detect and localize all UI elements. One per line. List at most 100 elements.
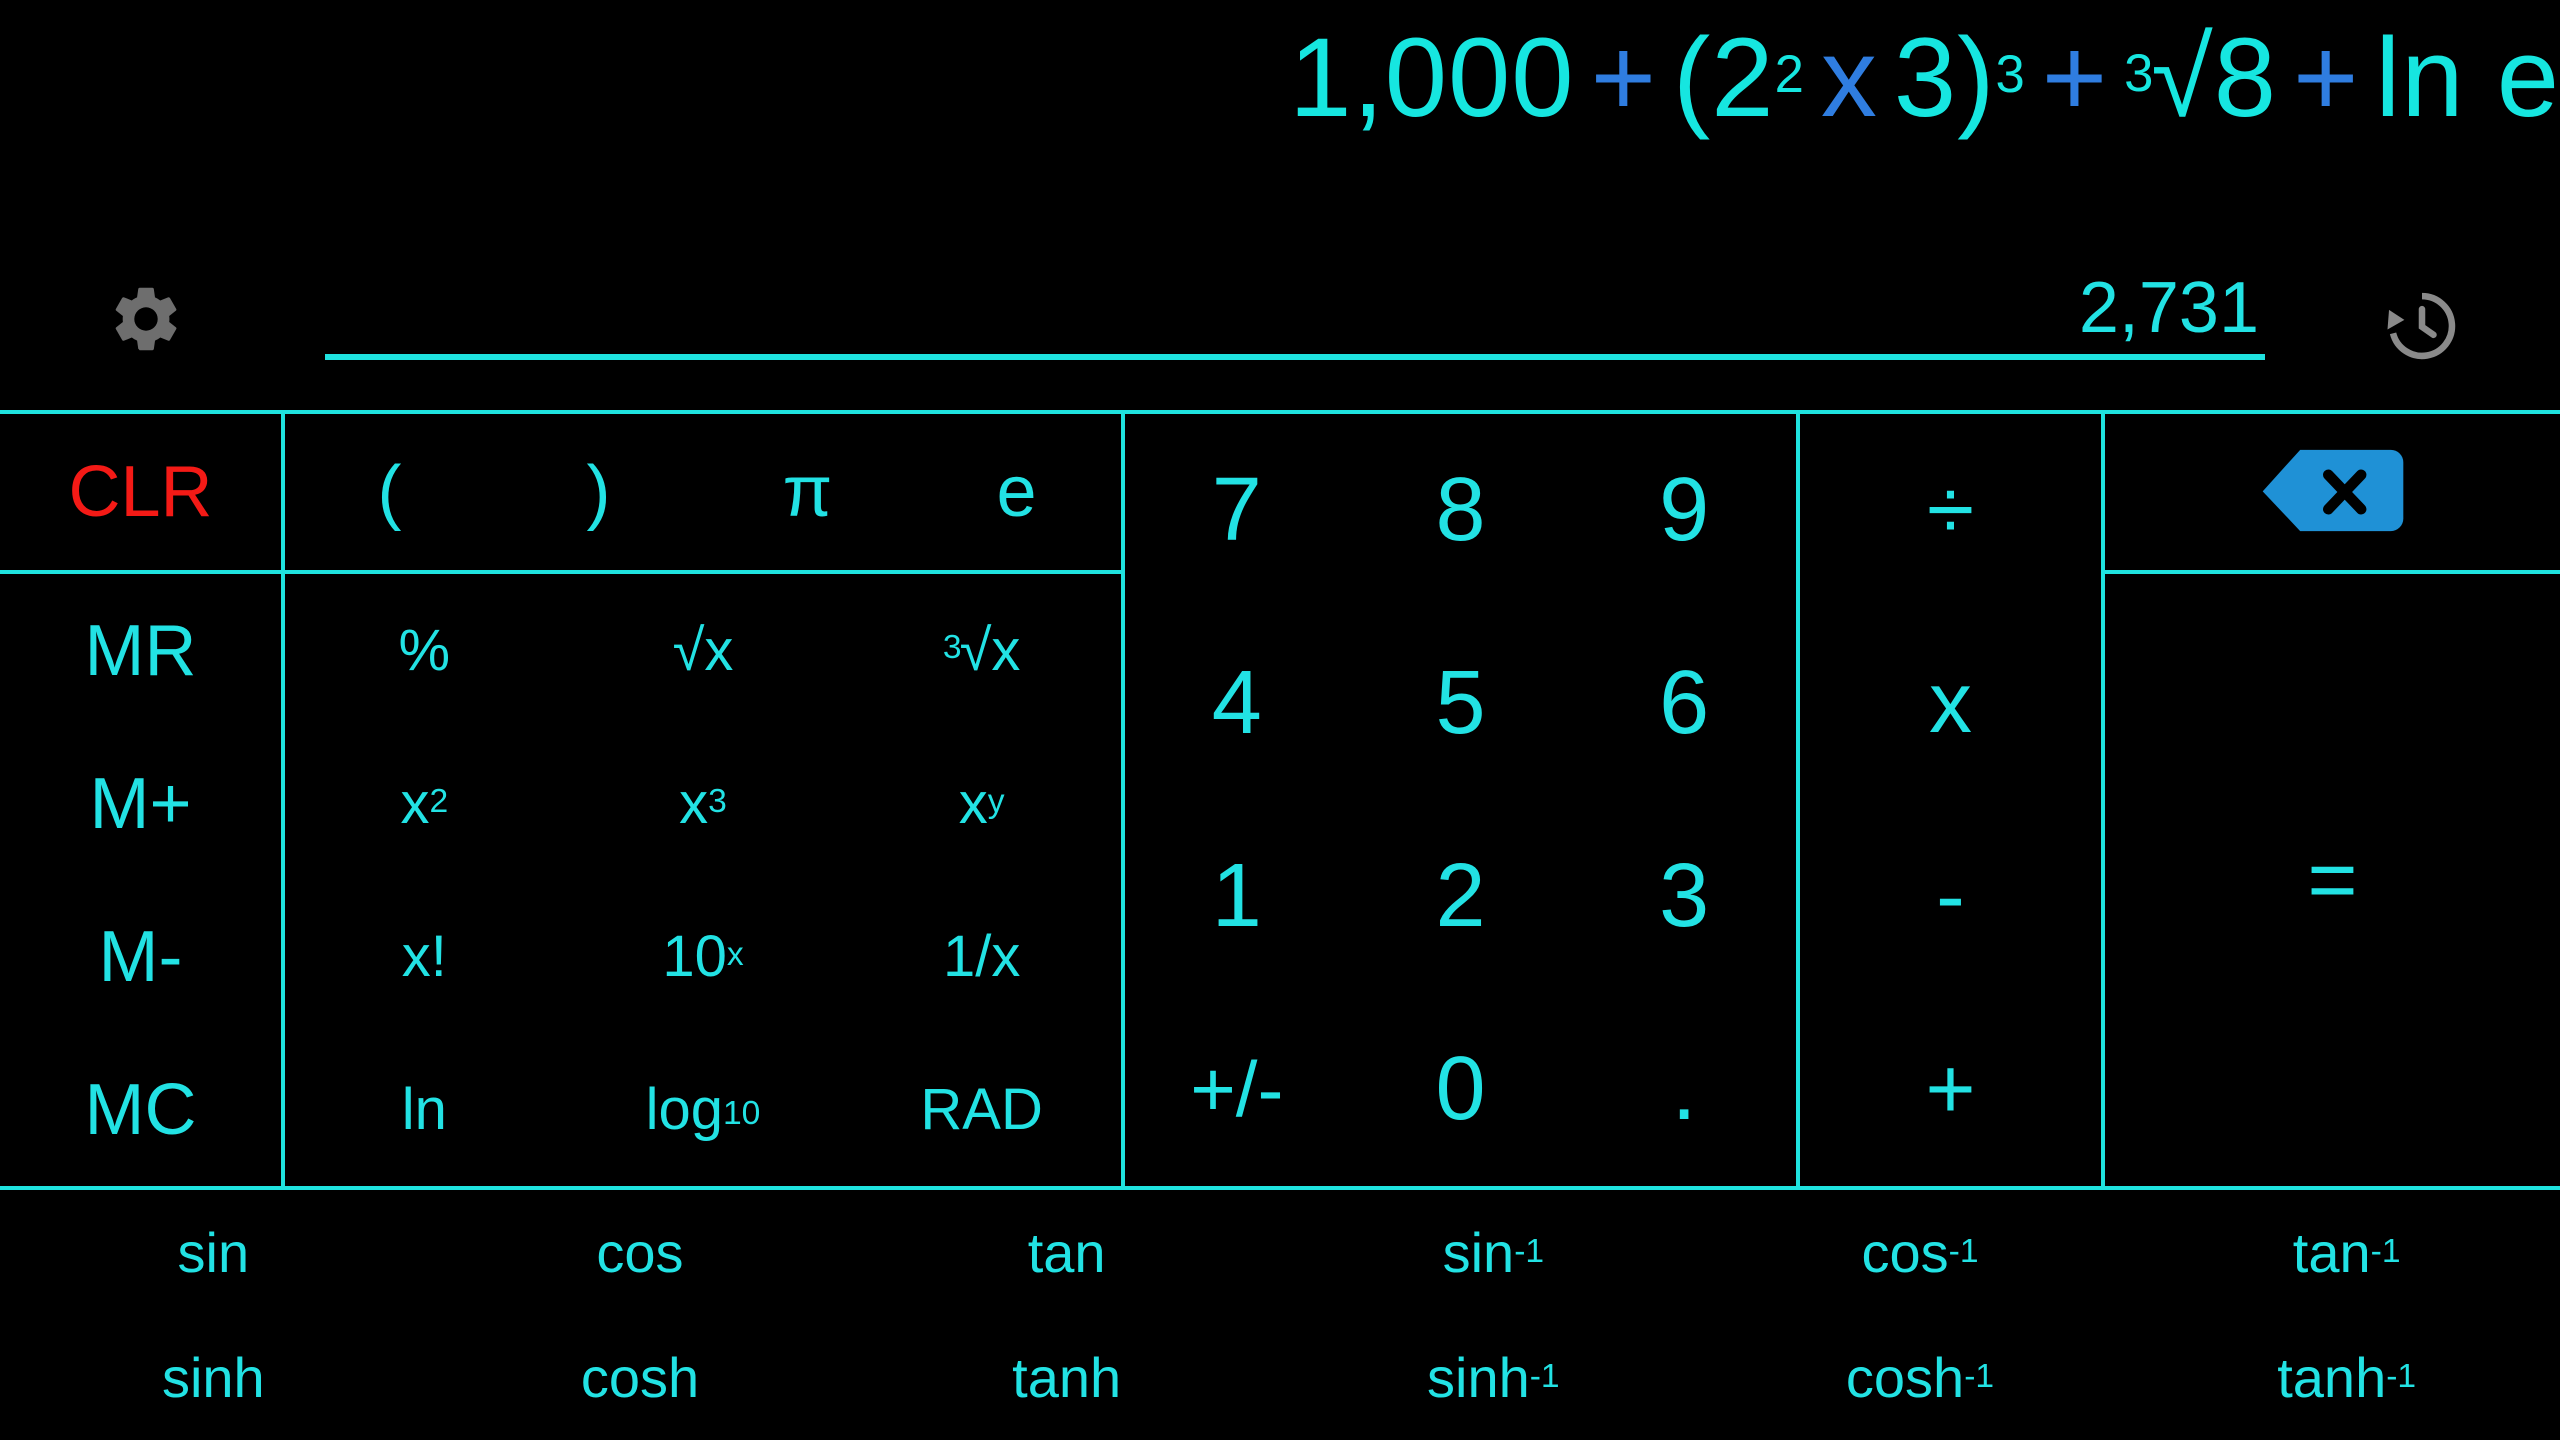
digit-1-button[interactable]: 1 — [1125, 800, 1349, 993]
expr-token-ln-e: ln e — [2375, 15, 2560, 140]
settings-button[interactable] — [105, 278, 187, 360]
digit-6-button[interactable]: 6 — [1572, 607, 1796, 800]
operator-column: ÷ x - + — [1800, 414, 2105, 1186]
arcsinh-button[interactable]: sinh -1 — [1280, 1315, 1707, 1440]
expr-token-number: 1,000 — [1289, 15, 1575, 140]
key-label: cos — [596, 1221, 684, 1284]
pi-button[interactable]: π — [703, 414, 912, 570]
memory-clear-button[interactable]: MC — [0, 1033, 281, 1186]
display-area: 1,000 + ( 22 x 3 ) 3 + 3 √8 + ln e 2,731 — [0, 0, 2560, 410]
cube-button[interactable]: x3 — [564, 727, 843, 880]
key-label: tan — [1027, 1221, 1106, 1284]
key-label: RAD — [920, 1077, 1043, 1142]
keypad: CLR MR M+ M- MC ( ) π e % √x 3√x x2 x3 — [0, 410, 2560, 1190]
backspace-button[interactable] — [2105, 414, 2560, 574]
equals-button[interactable]: = — [2105, 574, 2560, 1186]
natural-log-button[interactable]: ln — [285, 1033, 564, 1186]
sign-toggle-button[interactable]: +/- — [1125, 993, 1349, 1186]
arctan-button[interactable]: tan -1 — [2133, 1190, 2560, 1315]
trig-panel: sin cos tan sin -1 cos -1 tan -1 sinh cosh … — [0, 1190, 2560, 1440]
expr-token-paren-close: ) — [1957, 15, 1996, 140]
action-column: = — [2105, 414, 2560, 1186]
digit-2-button[interactable]: 2 — [1349, 800, 1573, 993]
sqrt-button[interactable]: √x — [564, 574, 843, 727]
scientific-column: ( ) π e % √x 3 √x x2 x3 xy x! 10 x 1/x ln … — [285, 414, 1125, 1186]
expression-display[interactable]: 1,000 + ( 22 x 3 ) 3 + 3 √8 + ln e — [0, 8, 2560, 148]
backspace-icon — [2258, 444, 2408, 540]
ten-power-button[interactable]: 10 x — [564, 880, 843, 1033]
add-button[interactable]: + — [1800, 993, 2101, 1186]
result-value: 2,731 — [2078, 268, 2259, 348]
key-label: x — [958, 771, 988, 836]
factorial-button[interactable]: x! — [285, 880, 564, 1033]
power-button[interactable]: xy — [842, 727, 1121, 880]
key-label: tanh — [2277, 1346, 2387, 1409]
result-underline — [325, 354, 2265, 360]
square-button[interactable]: x2 — [285, 727, 564, 880]
digit-8-button[interactable]: 8 — [1349, 414, 1573, 607]
cos-button[interactable]: cos — [427, 1190, 854, 1315]
digit-0-button[interactable]: 0 — [1349, 993, 1573, 1186]
paren-open-button[interactable]: ( — [285, 414, 494, 570]
gear-icon — [107, 280, 185, 358]
multiply-button[interactable]: x — [1800, 607, 2101, 800]
key-label: cosh — [580, 1346, 700, 1409]
digit-3-button[interactable]: 3 — [1572, 800, 1796, 993]
expr-token-base-2: 2 — [1711, 15, 1775, 140]
key-label: sin — [1442, 1221, 1515, 1284]
arccosh-button[interactable]: cosh -1 — [1707, 1315, 2134, 1440]
memory-subtract-button[interactable]: M- — [0, 880, 281, 1033]
key-label: x — [679, 771, 709, 836]
cosh-button[interactable]: cosh — [427, 1315, 854, 1440]
display-toolbar: 2,731 — [0, 240, 2560, 410]
digit-4-button[interactable]: 4 — [1125, 607, 1349, 800]
arccos-button[interactable]: cos -1 — [1707, 1190, 2134, 1315]
sinh-button[interactable]: sinh — [0, 1315, 427, 1440]
digit-9-button[interactable]: 9 — [1572, 414, 1796, 607]
digit-5-button[interactable]: 5 — [1349, 607, 1573, 800]
sin-button[interactable]: sin — [0, 1190, 427, 1315]
reciprocal-button[interactable]: 1/x — [842, 880, 1121, 1033]
constants-row: ( ) π e — [285, 414, 1121, 574]
key-label: x — [400, 771, 430, 836]
history-icon — [2376, 280, 2468, 372]
digit-7-button[interactable]: 7 — [1125, 414, 1349, 607]
memory-recall-button[interactable]: MR — [0, 574, 281, 727]
key-label: sinh — [161, 1346, 265, 1409]
key-label: log — [645, 1077, 723, 1142]
memory-add-button[interactable]: M+ — [0, 727, 281, 880]
cuberoot-button[interactable]: 3 √x — [842, 574, 1121, 727]
key-label: % — [398, 618, 451, 683]
key-label: sin — [177, 1221, 250, 1284]
subtract-button[interactable]: - — [1800, 800, 2101, 993]
key-label: cos — [1861, 1221, 1949, 1284]
key-label: 10 — [662, 924, 727, 989]
history-button[interactable] — [2374, 278, 2470, 374]
key-label: tanh — [1012, 1346, 1122, 1409]
euler-button[interactable]: e — [912, 414, 1121, 570]
number-pad: 7 8 9 4 5 6 1 2 3 +/- 0 . — [1125, 414, 1800, 1186]
divide-button[interactable]: ÷ — [1800, 414, 2101, 607]
key-label: ln — [401, 1077, 447, 1142]
expr-token-number-3: 3 — [1893, 15, 1958, 140]
key-label: tan — [2292, 1221, 2371, 1284]
key-label: sinh — [1427, 1346, 1530, 1409]
arctanh-button[interactable]: tanh -1 — [2133, 1315, 2560, 1440]
tanh-button[interactable]: tanh — [853, 1315, 1280, 1440]
scientific-grid: % √x 3 √x x2 x3 xy x! 10 x 1/x ln log 10 RA… — [285, 574, 1121, 1186]
clear-button[interactable]: CLR — [0, 414, 281, 574]
expr-token-multiply: x — [1820, 15, 1878, 140]
decimal-point-button[interactable]: . — [1572, 993, 1796, 1186]
result-area: 2,731 — [325, 250, 2265, 360]
arcsin-button[interactable]: sin -1 — [1280, 1190, 1707, 1315]
key-label: 1/x — [942, 924, 1021, 989]
rad-toggle-button[interactable]: RAD — [842, 1033, 1121, 1186]
memory-keys: MR M+ M- MC — [0, 574, 281, 1186]
log10-button[interactable]: log 10 — [564, 1033, 843, 1186]
tan-button[interactable]: tan — [853, 1190, 1280, 1315]
percent-button[interactable]: % — [285, 574, 564, 727]
paren-close-button[interactable]: ) — [494, 414, 703, 570]
key-label: x! — [401, 924, 447, 989]
memory-column: CLR MR M+ M- MC — [0, 414, 285, 1186]
expr-token-plus-3: + — [2293, 15, 2360, 140]
